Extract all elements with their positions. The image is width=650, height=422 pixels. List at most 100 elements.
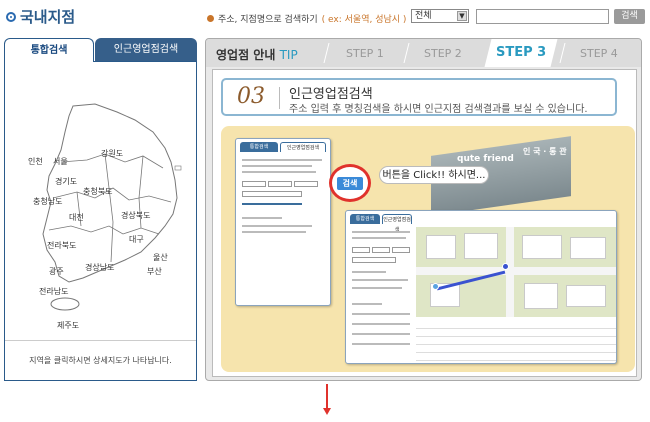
map-building <box>570 237 606 259</box>
tutorial-illustration: qute friend 인 국 · 통 관 통합검색 인근영업점검색 검색 버튼… <box>221 126 635 372</box>
mini-text-line <box>242 171 316 173</box>
mini-text-line <box>352 271 386 273</box>
korea-map[interactable]: 인천 서울 강원도 경기도 충청북도 충청남도 대전 경상북도 대구 전라북도 … <box>25 102 185 342</box>
search-hint: 주소, 지점명으로 검색하기 ( ex: 서울역, 성남시 ) <box>207 12 406 25</box>
mini-result-window: 통합검색 인근영업점검색 <box>345 210 617 364</box>
mini-text-line <box>352 287 402 289</box>
step-2-tab[interactable]: STEP 2 <box>424 47 462 60</box>
step-bar: 영업점 안내 TIP STEP 1 STEP 2 STEP 3 STEP 4 <box>206 39 641 67</box>
mini-text-line <box>242 225 312 227</box>
map-building <box>566 285 606 307</box>
region-label[interactable]: 서울 <box>53 157 68 166</box>
page-title: 국내지점 <box>6 6 75 27</box>
region-label[interactable]: 전라남도 <box>39 286 68 296</box>
map-building <box>426 235 456 259</box>
step-header: 03 인근영업점검색 주소 입력 후 명칭검색을 하시면 인근지점 검색결과를 … <box>221 78 617 116</box>
left-panel: 통합검색 인근영업점검색 인천 서울 강원도 경기도 충청북도 충청남도 대전 … <box>4 38 197 381</box>
region-select-value: 전체 <box>415 11 432 21</box>
arrow-down-icon <box>323 384 331 415</box>
map-road <box>416 267 616 275</box>
mini-tab-integrated: 통합검색 <box>240 142 278 152</box>
region-label[interactable]: 울산 <box>153 252 168 262</box>
search-hint-text: 주소, 지점명으로 검색하기 <box>218 15 318 25</box>
guide-label: 영업점 안내 TIP <box>216 46 298 63</box>
search-button-callout: 검색 <box>329 164 371 202</box>
mini-text-line <box>242 165 312 167</box>
map-road <box>506 227 514 317</box>
step-1-tab[interactable]: STEP 1 <box>346 47 384 60</box>
mini-select <box>294 181 318 187</box>
bullet-icon <box>207 15 214 22</box>
mini-input <box>242 191 302 197</box>
mini-text-line <box>352 231 410 233</box>
korea-map-box: 인천 서울 강원도 경기도 충청북도 충청남도 대전 경상북도 대구 전라북도 … <box>4 61 197 381</box>
tab-integrated-search[interactable]: 통합검색 <box>4 38 94 62</box>
map-building <box>464 233 498 259</box>
callout-search-button: 검색 <box>337 177 363 190</box>
result-row <box>416 339 616 345</box>
step-content: 03 인근영업점검색 주소 입력 후 명칭검색을 하시면 인근지점 검색결과를 … <box>212 69 637 377</box>
location-icon <box>6 11 16 22</box>
branch-guide-panel: 영업점 안내 TIP STEP 1 STEP 2 STEP 3 STEP 4 0… <box>205 38 642 381</box>
mini-select <box>352 247 370 253</box>
tab-nearby-branch-search[interactable]: 인근영업점검색 <box>95 38 197 62</box>
region-label[interactable]: 충청남도 <box>33 197 62 206</box>
mini-input <box>352 257 396 263</box>
region-label[interactable]: 경상북도 <box>121 210 150 220</box>
region-label[interactable]: 광주 <box>49 266 64 276</box>
mini-select <box>392 247 410 253</box>
mini-tab-nearby: 인근영업점검색 <box>382 214 412 233</box>
mini-search-window: 통합검색 인근영업점검색 <box>235 138 331 306</box>
region-label[interactable]: 충청북도 <box>83 187 112 196</box>
step-divider <box>323 43 330 63</box>
result-row <box>416 323 616 329</box>
map-building <box>522 235 562 259</box>
search-input[interactable] <box>476 9 609 24</box>
region-label[interactable]: 대구 <box>129 235 144 244</box>
region-label[interactable]: 부산 <box>147 266 162 276</box>
building-sign: qute friend <box>457 154 514 164</box>
map-building <box>524 283 558 309</box>
region-label[interactable]: 경상남도 <box>85 262 114 272</box>
map-caption: 지역을 클릭하시면 상세지도가 나타납니다. <box>5 340 196 380</box>
step-3-tab[interactable]: STEP 3 <box>496 45 546 60</box>
mini-tab-integrated: 통합검색 <box>350 214 380 224</box>
mini-text-line <box>352 343 410 345</box>
result-row <box>416 355 616 361</box>
guide-tip: TIP <box>279 48 298 62</box>
mini-text-line <box>242 159 322 161</box>
branch-pin-icon <box>502 263 509 270</box>
region-label[interactable]: 제주도 <box>57 321 79 330</box>
mini-select <box>268 181 292 187</box>
step-number-divider <box>279 87 280 109</box>
region-label[interactable]: 전라북도 <box>47 240 76 250</box>
step-divider <box>559 43 566 63</box>
mini-text-line <box>352 237 406 239</box>
mini-select <box>242 181 266 187</box>
mini-text-line <box>242 217 282 219</box>
start-pin-icon <box>432 283 439 290</box>
mini-text-line <box>352 333 410 335</box>
step-4-tab[interactable]: STEP 4 <box>580 47 618 60</box>
mini-select <box>372 247 390 253</box>
chevron-down-icon[interactable]: ▼ <box>457 11 467 21</box>
step-divider <box>403 43 410 63</box>
mini-text-line <box>242 231 306 233</box>
mini-map <box>416 227 616 317</box>
step-description: 주소 입력 후 명칭검색을 하시면 인근지점 검색결과를 보실 수 있습니다. <box>289 104 588 115</box>
mini-text-line <box>242 203 302 205</box>
result-row <box>416 347 616 353</box>
result-row <box>416 331 616 337</box>
search-hint-example: ( ex: 서울역, 성남시 ) <box>321 15 407 25</box>
region-label[interactable]: 경기도 <box>55 176 77 186</box>
mini-text-line <box>352 279 408 281</box>
mini-text-line <box>352 313 410 315</box>
region-label[interactable]: 대전 <box>69 212 84 222</box>
region-label[interactable]: 강원도 <box>101 148 123 158</box>
search-button[interactable]: 검색 <box>614 9 645 24</box>
building-sign-2: 인 국 · 통 관 <box>523 147 567 156</box>
mini-text-line <box>352 303 382 305</box>
region-select[interactable]: 전체 ▼ <box>411 9 469 23</box>
speech-bubble: 버튼을 Click!! 하시면... <box>379 166 489 184</box>
region-label[interactable]: 인천 <box>28 156 43 166</box>
